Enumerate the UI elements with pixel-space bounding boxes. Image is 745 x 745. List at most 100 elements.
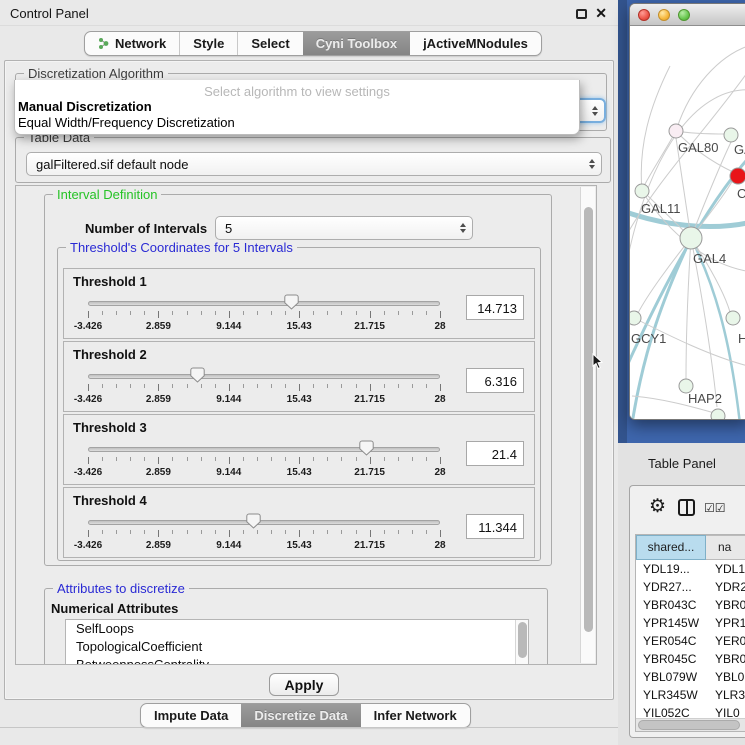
threshold-value-field[interactable]: 21.4	[466, 441, 524, 466]
algorithm-option-equal-width-frequency-discretization[interactable]: Equal Width/Frequency Discretization	[15, 115, 579, 131]
network-node[interactable]	[630, 311, 641, 325]
columns-icon[interactable]	[678, 499, 695, 516]
tab-label: jActiveMNodules	[423, 32, 528, 55]
network-svg: GAL80GAL11GAL4GCY1HAP2GACH	[630, 26, 745, 420]
attribute-item-betweennesscentrality[interactable]: BetweennessCentrality	[66, 656, 528, 665]
slider-thumb[interactable]	[246, 513, 261, 529]
slider-ticks	[88, 530, 440, 538]
cell-shared-name[interactable]: YLR345W	[636, 686, 706, 704]
apply-button[interactable]: Apply	[269, 673, 339, 696]
threshold-value-field[interactable]: 6.316	[466, 368, 524, 393]
table-row[interactable]: YLR345WYLR3	[636, 686, 745, 704]
cell-name[interactable]: YLR3	[706, 686, 745, 704]
float-window-icon[interactable]	[576, 9, 587, 19]
network-node[interactable]	[730, 168, 745, 184]
network-edge[interactable]	[644, 131, 676, 186]
tick-label: 2.859	[146, 467, 171, 478]
network-node[interactable]	[724, 128, 738, 142]
table-data-combobox[interactable]: galFiltered.sif default node	[26, 152, 602, 176]
threshold-panel-1: Threshold 1-3.4262.8599.14415.4321.71528…	[63, 268, 535, 339]
zoom-traffic-light-icon[interactable]	[678, 9, 690, 21]
network-node[interactable]	[726, 311, 740, 325]
cell-shared-name[interactable]: YPR145W	[636, 614, 706, 632]
network-view-window[interactable]: GAL80GAL11GAL4GCY1HAP2GACH	[629, 3, 745, 420]
tab-jactivemnodules[interactable]: jActiveMNodules	[410, 32, 541, 55]
table-panel-title: Table Panel	[648, 456, 716, 471]
threshold-slider[interactable]: -3.4262.8599.14415.4321.71528	[88, 516, 440, 556]
table-row[interactable]: YBR045CYBR0	[636, 650, 745, 668]
cell-shared-name[interactable]: YDR27...	[636, 578, 706, 596]
attribute-item-selfloops[interactable]: SelfLoops	[66, 620, 528, 638]
cell-shared-name[interactable]: YBR043C	[636, 596, 706, 614]
cell-name[interactable]: YER0	[706, 632, 745, 650]
cell-shared-name[interactable]: YBL079W	[636, 668, 706, 686]
table-row[interactable]: YER054CYER0	[636, 632, 745, 650]
table-row[interactable]: YDR27...YDR2	[636, 578, 745, 596]
tab-cyni-toolbox[interactable]: Cyni Toolbox	[303, 32, 410, 55]
table-row[interactable]: YDL19...YDL1	[636, 560, 745, 578]
combo-arrows-icon	[460, 223, 466, 233]
tab-label: Style	[193, 32, 224, 55]
close-panel-icon[interactable]: ✕	[595, 5, 607, 22]
tab-select[interactable]: Select	[237, 32, 302, 55]
cell-name[interactable]: YBR0	[706, 596, 745, 614]
tick-label: 15.43	[287, 394, 312, 405]
network-edge[interactable]	[641, 66, 670, 191]
network-node[interactable]	[635, 184, 649, 198]
threshold-slider[interactable]: -3.4262.8599.14415.4321.71528	[88, 370, 440, 410]
cell-name[interactable]: YBR0	[706, 650, 745, 668]
tab-style[interactable]: Style	[179, 32, 237, 55]
slider-ticks	[88, 311, 440, 319]
network-edge[interactable]	[676, 46, 745, 131]
numerical-attributes-list[interactable]: SelfLoopsTopologicalCoefficientBetweenne…	[65, 619, 529, 665]
column-header-shared-name[interactable]: shared...	[636, 535, 706, 560]
threshold-slider[interactable]: -3.4262.8599.14415.4321.71528	[88, 297, 440, 337]
network-window-titlebar	[630, 4, 745, 26]
cell-name[interactable]: YDL1	[706, 560, 745, 578]
column-header-name[interactable]: na	[706, 535, 745, 560]
slider-thumb[interactable]	[284, 294, 299, 310]
cell-shared-name[interactable]: YDL19...	[636, 560, 706, 578]
tab-network[interactable]: Network	[85, 32, 179, 55]
cell-name[interactable]: YPR1	[706, 614, 745, 632]
bottom-tab-impute-data[interactable]: Impute Data	[141, 704, 241, 727]
table-row[interactable]: YBR043CYBR0	[636, 596, 745, 614]
minimize-traffic-light-icon[interactable]	[658, 9, 670, 21]
tick-label: 2.859	[146, 394, 171, 405]
cell-name[interactable]: YDR2	[706, 578, 745, 596]
network-edge[interactable]	[686, 238, 691, 379]
attribute-item-topologicalcoefficient[interactable]: TopologicalCoefficient	[66, 638, 528, 656]
cell-name[interactable]: YBL0	[706, 668, 745, 686]
threshold-slider[interactable]: -3.4262.8599.14415.4321.71528	[88, 443, 440, 483]
network-node-label: H	[738, 331, 745, 346]
network-node[interactable]	[669, 124, 683, 138]
cell-shared-name[interactable]: YBR045C	[636, 650, 706, 668]
table-row[interactable]: YBL079WYBL0	[636, 668, 745, 686]
bottom-tab-infer-network[interactable]: Infer Network	[361, 704, 470, 727]
attributes-group-label: Attributes to discretize	[53, 581, 189, 596]
list-vertical-scrollbar[interactable]	[515, 620, 528, 665]
network-edge[interactable]	[632, 238, 691, 420]
threshold-value-field[interactable]: 11.344	[466, 514, 524, 539]
network-canvas[interactable]: GAL80GAL11GAL4GCY1HAP2GACH	[630, 26, 745, 420]
slider-tick-labels: -3.4262.8599.14415.4321.71528	[88, 394, 440, 406]
tick-label: 28	[434, 467, 445, 478]
network-node[interactable]	[680, 227, 702, 249]
slider-thumb[interactable]	[359, 440, 374, 456]
bottom-tab-discretize-data[interactable]: Discretize Data	[241, 704, 360, 727]
gear-icon[interactable]: ⚙	[649, 495, 666, 518]
close-traffic-light-icon[interactable]	[638, 9, 650, 21]
combo-arrows-icon	[589, 159, 595, 169]
slider-thumb[interactable]	[190, 367, 205, 383]
cell-shared-name[interactable]: YER054C	[636, 632, 706, 650]
tab-label: Impute Data	[154, 704, 228, 727]
algorithm-option-manual-discretization[interactable]: Manual Discretization	[15, 99, 579, 115]
table-rows: YDL19...YDL1YDR27...YDR2YBR043CYBR0YPR14…	[636, 560, 745, 722]
network-node[interactable]	[711, 409, 725, 420]
number-of-intervals-combobox[interactable]: 5	[215, 216, 473, 240]
select-columns-icon[interactable]: ☑☑	[704, 501, 726, 515]
table-row[interactable]: YPR145WYPR1	[636, 614, 745, 632]
horizontal-scrollbar[interactable]	[636, 718, 745, 731]
threshold-value-field[interactable]: 14.713	[466, 295, 524, 320]
pane-vertical-scrollbar[interactable]	[580, 187, 595, 663]
